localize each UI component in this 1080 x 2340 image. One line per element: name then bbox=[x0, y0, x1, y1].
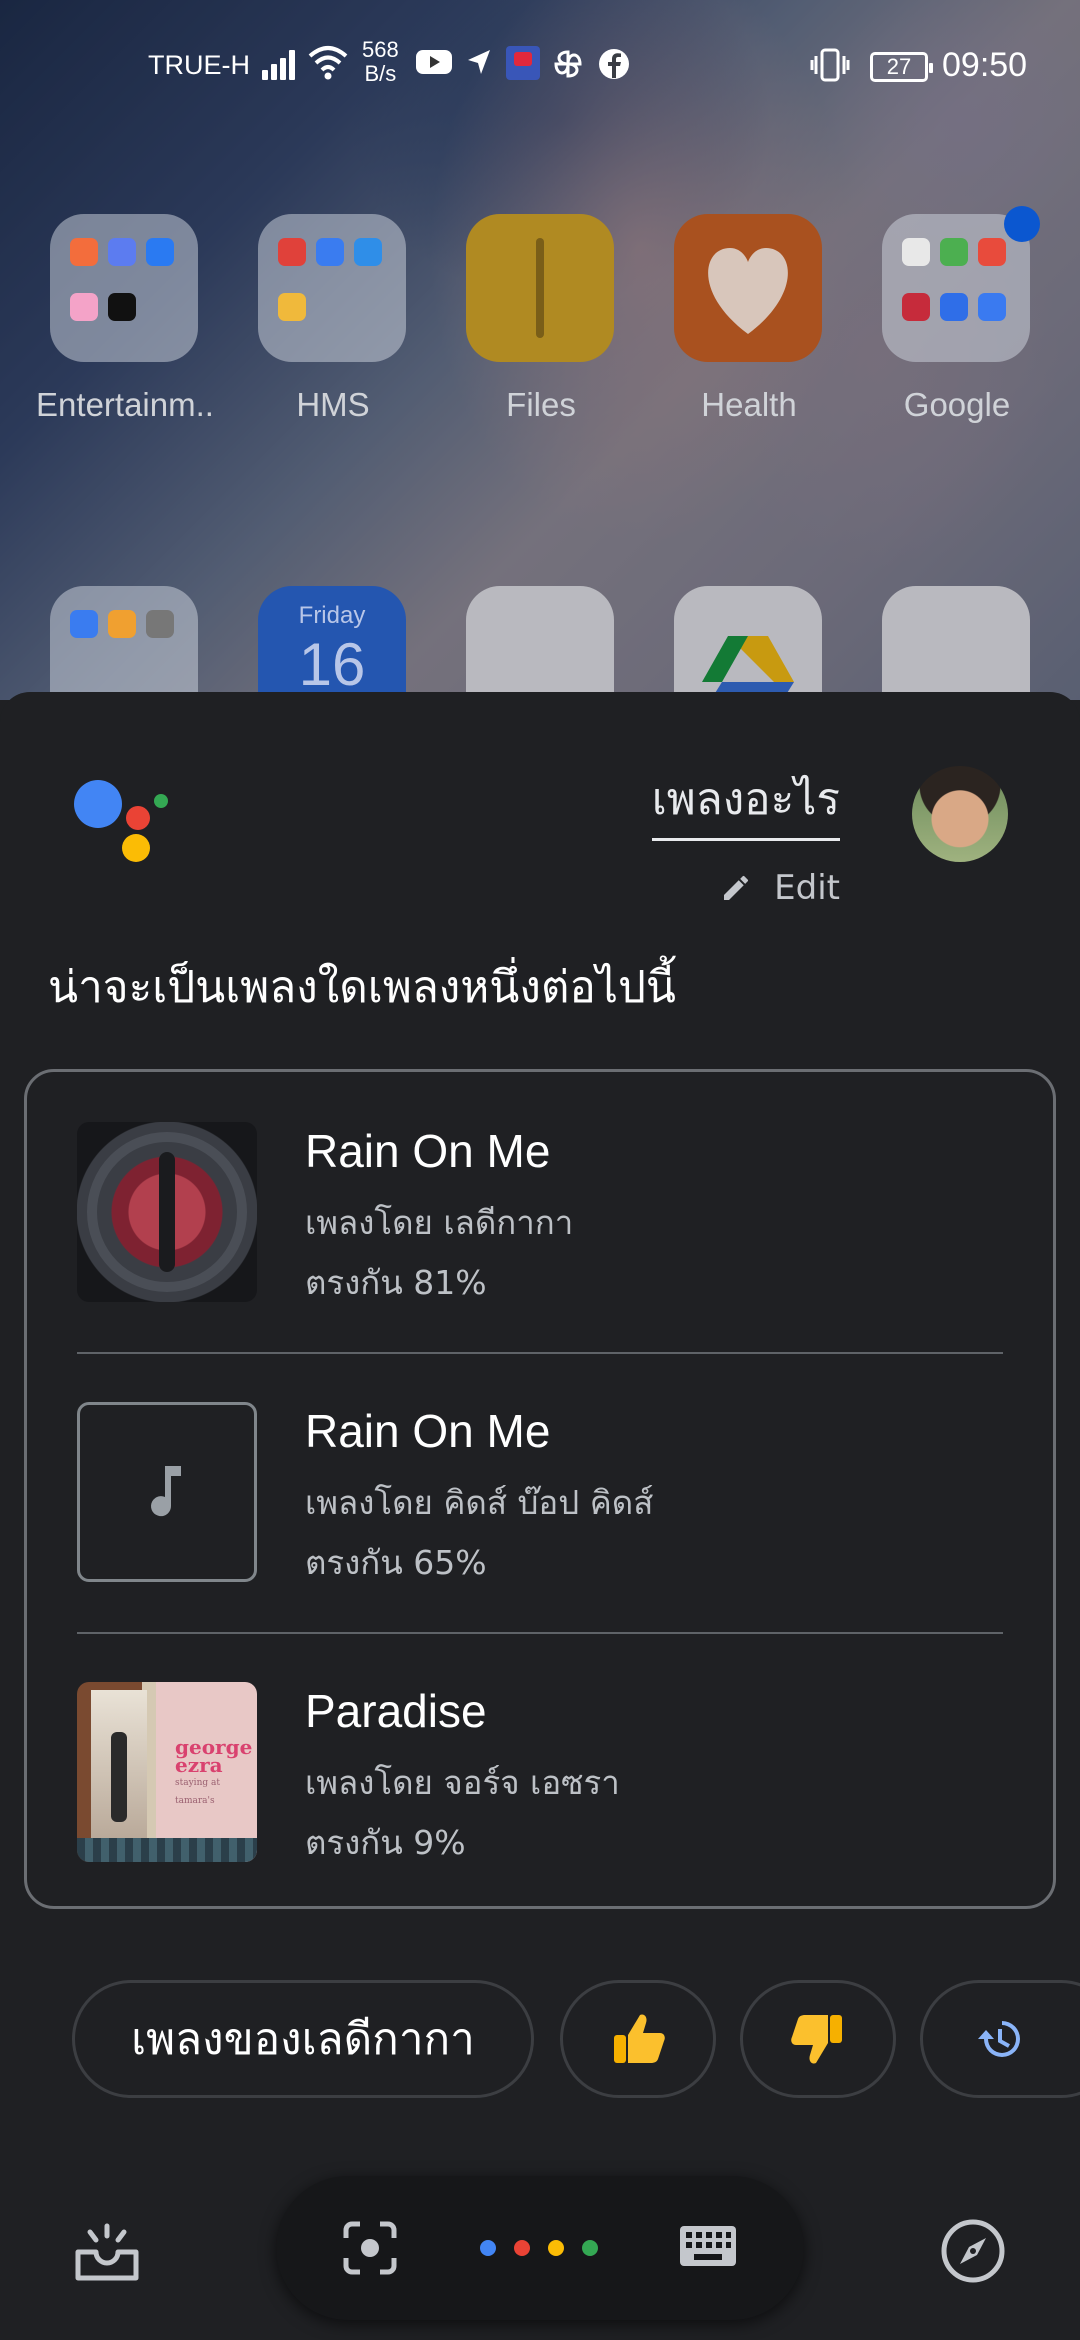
album-art-text: george ezra staying at tamara's bbox=[175, 1735, 253, 1806]
history-button[interactable] bbox=[920, 1980, 1080, 2098]
mic-dot-yellow[interactable] bbox=[548, 2240, 564, 2256]
history-icon bbox=[978, 2021, 1020, 2057]
song-title: Rain On Me bbox=[305, 1125, 551, 1177]
bottom-bar bbox=[0, 2162, 1080, 2340]
app-label: Files bbox=[506, 386, 576, 423]
files-by-google-icon[interactable] bbox=[882, 586, 1030, 700]
carrier-label: TRUE-H bbox=[148, 50, 250, 80]
song-artist: เพลงโดย เลดีกากา bbox=[305, 1203, 574, 1242]
music-note-icon bbox=[151, 1466, 181, 1517]
tools-folder[interactable] bbox=[50, 586, 198, 700]
thumbs-up-button[interactable] bbox=[560, 1980, 716, 2098]
signal-icon bbox=[262, 46, 302, 80]
song-result[interactable]: Rain On Me เพลงโดย คิดส์ บ๊อป คิดส์ ตรงก… bbox=[27, 1352, 1053, 1630]
facebook-icon bbox=[599, 49, 629, 79]
album-art: george ezra staying at tamara's bbox=[77, 1682, 257, 1862]
song-results-card: Rain On Me เพลงโดย เลดีกากา ตรงกัน 81% R… bbox=[24, 1069, 1056, 1909]
mic-dot-green[interactable] bbox=[582, 2240, 598, 2256]
vibrate-icon bbox=[810, 48, 850, 82]
wifi-icon bbox=[308, 46, 348, 80]
youtube-icon bbox=[416, 50, 452, 74]
song-result[interactable]: george ezra staying at tamara's Paradise … bbox=[27, 1632, 1053, 1910]
google-assistant-logo bbox=[74, 776, 170, 862]
mic-dot-blue[interactable] bbox=[480, 2240, 496, 2256]
clock: 09:50 bbox=[942, 46, 1028, 84]
song-match: ตรงกัน 9% bbox=[305, 1823, 466, 1862]
album-art bbox=[77, 1122, 257, 1302]
app-label: HMS bbox=[296, 386, 370, 423]
status-bar: TRUE-H 568 B/s 27 09:50 bbox=[0, 0, 1080, 130]
google-drive-icon[interactable] bbox=[674, 586, 822, 700]
album-art-placeholder bbox=[77, 1402, 257, 1582]
files-app-icon[interactable] bbox=[466, 214, 614, 362]
song-title: Paradise bbox=[305, 1685, 487, 1737]
song-result[interactable]: Rain On Me เพลงโดย เลดีกากา ตรงกัน 81% bbox=[27, 1072, 1053, 1350]
home-screen-background: TRUE-H 568B/s 27 09:50 Entertainm.. HMS bbox=[0, 0, 1080, 700]
avatar[interactable] bbox=[912, 766, 1008, 862]
song-artist: เพลงโดย คิดส์ บ๊อป คิดส์ bbox=[305, 1483, 654, 1522]
song-match: ตรงกัน 65% bbox=[305, 1543, 487, 1582]
assistant-sheet: เพลงอะไร Edit น่าจะเป็นเพลงใดเพลงหนึ่งต่… bbox=[0, 692, 1080, 2340]
app-label: Entertainm.. bbox=[36, 386, 214, 423]
navigation-icon bbox=[468, 50, 490, 74]
pencil-icon bbox=[724, 875, 749, 900]
shopping-app-icon bbox=[506, 46, 540, 80]
explore-icon[interactable] bbox=[940, 2218, 1006, 2284]
hms-folder[interactable] bbox=[258, 214, 406, 362]
pinwheel-icon bbox=[554, 50, 582, 78]
lens-icon[interactable] bbox=[342, 2220, 398, 2276]
assistant-input-pill bbox=[276, 2176, 804, 2320]
notification-dot bbox=[1004, 206, 1040, 242]
edit-label: Edit bbox=[774, 868, 840, 908]
battery-icon: 27 bbox=[870, 52, 933, 82]
suggestion-chip-lady-gaga[interactable]: เพลงของเลดีกากา bbox=[72, 1980, 534, 2098]
mic-dot-red[interactable] bbox=[514, 2240, 530, 2256]
results-heading: น่าจะเป็นเพลงใดเพลงหนึ่งต่อไปนี้ bbox=[48, 962, 676, 1013]
query-text[interactable]: เพลงอะไร bbox=[651, 764, 840, 841]
thumbs-up-icon bbox=[614, 2014, 665, 2063]
health-app-icon[interactable] bbox=[674, 214, 822, 362]
app-label: Google bbox=[903, 386, 1011, 423]
app-label: Health bbox=[701, 386, 797, 423]
thumbs-down-icon bbox=[791, 2015, 842, 2064]
calendar-app-icon[interactable]: Friday 16 bbox=[258, 586, 406, 700]
song-artist: เพลงโดย จอร์จ เอซรา bbox=[305, 1763, 620, 1802]
network-speed: 568 B/s bbox=[362, 37, 399, 86]
edit-query-button[interactable]: Edit bbox=[720, 868, 840, 908]
song-title: Rain On Me bbox=[305, 1405, 551, 1457]
song-match: ตรงกัน 81% bbox=[305, 1263, 487, 1302]
thumbs-down-button[interactable] bbox=[740, 1980, 896, 2098]
entertainment-folder[interactable] bbox=[50, 214, 198, 362]
keyboard-icon[interactable] bbox=[678, 2222, 738, 2270]
email-app-icon[interactable] bbox=[466, 586, 614, 700]
updates-icon[interactable] bbox=[74, 2222, 140, 2282]
